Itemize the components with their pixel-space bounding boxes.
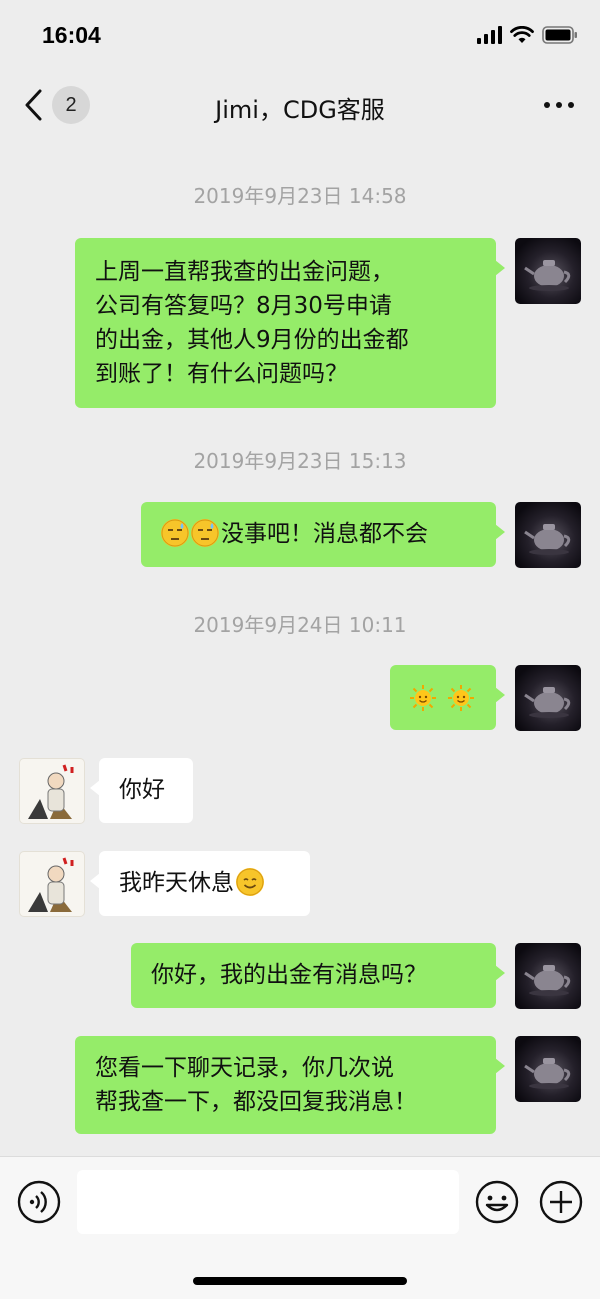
smiley-icon xyxy=(475,1180,519,1224)
message-text: 你好 xyxy=(119,777,165,803)
message-text-line: 帮我查一下，都没回复我消息！ xyxy=(95,1089,417,1115)
battery-icon xyxy=(542,26,578,44)
message-text-line: 您看一下聊天记录，你几次说 xyxy=(95,1055,394,1081)
status-icons xyxy=(477,26,578,44)
chat-message-list[interactable]: 2019年9月23日 14:58 上周一直帮我查的出金问题， 公司有答复吗？8月… xyxy=(0,142,600,1152)
outgoing-message-bubble[interactable]: 没事吧！消息都不会 xyxy=(141,502,505,567)
dot-icon xyxy=(556,102,562,108)
message-text-line: 到账了！有什么问题吗？ xyxy=(95,361,348,387)
message-text-line: 公司有答复吗？8月30号申请 xyxy=(95,293,392,319)
monk-figure-icon xyxy=(28,857,74,912)
status-time: 16:04 xyxy=(42,22,101,48)
message-timestamp: 2019年9月23日 14:58 xyxy=(193,184,407,208)
contact-avatar[interactable] xyxy=(19,851,85,917)
message-timestamp: 2019年9月23日 15:13 xyxy=(193,449,407,473)
sun-emoji-icon xyxy=(447,684,475,712)
message-text-input[interactable] xyxy=(77,1170,459,1234)
my-avatar[interactable] xyxy=(515,1036,581,1102)
monk-figure-icon xyxy=(28,764,74,819)
message-text-line: 上周一直帮我查的出金问题， xyxy=(95,259,394,285)
dot-icon xyxy=(568,102,574,108)
incoming-message-bubble[interactable]: 你好 xyxy=(90,758,193,823)
more-options-button[interactable] xyxy=(544,102,574,108)
message-text: 我昨天休息 xyxy=(119,870,234,896)
teapot-icon xyxy=(524,524,571,555)
more-functions-button[interactable] xyxy=(538,1179,584,1229)
message-text-line: 的出金，其他人9月份的出金都 xyxy=(95,327,409,353)
home-indicator[interactable] xyxy=(193,1277,407,1285)
smile-emoji-icon xyxy=(236,868,264,896)
message-text: 你好，我的出金有消息吗？ xyxy=(151,962,427,988)
outgoing-message-bubble[interactable]: 您看一下聊天记录，你几次说 帮我查一下，都没回复我消息！ xyxy=(75,1036,505,1134)
chat-title: Jimi，CDG客服 xyxy=(215,96,385,124)
message-text: 没事吧！消息都不会 xyxy=(221,521,428,547)
wifi-icon xyxy=(510,26,534,44)
incoming-message-bubble[interactable]: 我昨天休息 xyxy=(90,851,310,916)
teapot-icon xyxy=(524,965,571,996)
sweat-face-emoji-icon xyxy=(191,519,219,547)
emoji-button[interactable] xyxy=(474,1179,520,1229)
outgoing-message-bubble[interactable]: 上周一直帮我查的出金问题， 公司有答复吗？8月30号申请 的出金，其他人9月份的… xyxy=(75,238,505,408)
message-timestamp: 2019年9月24日 10:11 xyxy=(193,613,407,637)
teapot-icon xyxy=(524,687,571,718)
outgoing-message-bubble[interactable]: 你好，我的出金有消息吗？ xyxy=(131,943,505,1008)
sun-emoji-icon xyxy=(409,684,437,712)
plus-icon xyxy=(539,1180,583,1224)
teapot-icon xyxy=(524,260,571,291)
sweat-face-emoji-icon xyxy=(161,519,189,547)
my-avatar[interactable] xyxy=(515,665,581,731)
dot-icon xyxy=(544,102,550,108)
voice-input-button[interactable] xyxy=(16,1179,62,1229)
signal-icon xyxy=(477,26,502,44)
outgoing-message-bubble[interactable] xyxy=(390,665,505,730)
contact-avatar[interactable] xyxy=(19,758,85,824)
my-avatar[interactable] xyxy=(515,502,581,568)
voice-icon xyxy=(17,1180,61,1224)
navigation-bar: 2 Jimi，CDG客服 xyxy=(0,70,600,142)
teapot-icon xyxy=(524,1058,571,1089)
status-bar: 16:04 xyxy=(0,0,600,70)
my-avatar[interactable] xyxy=(515,943,581,1009)
my-avatar[interactable] xyxy=(515,238,581,304)
